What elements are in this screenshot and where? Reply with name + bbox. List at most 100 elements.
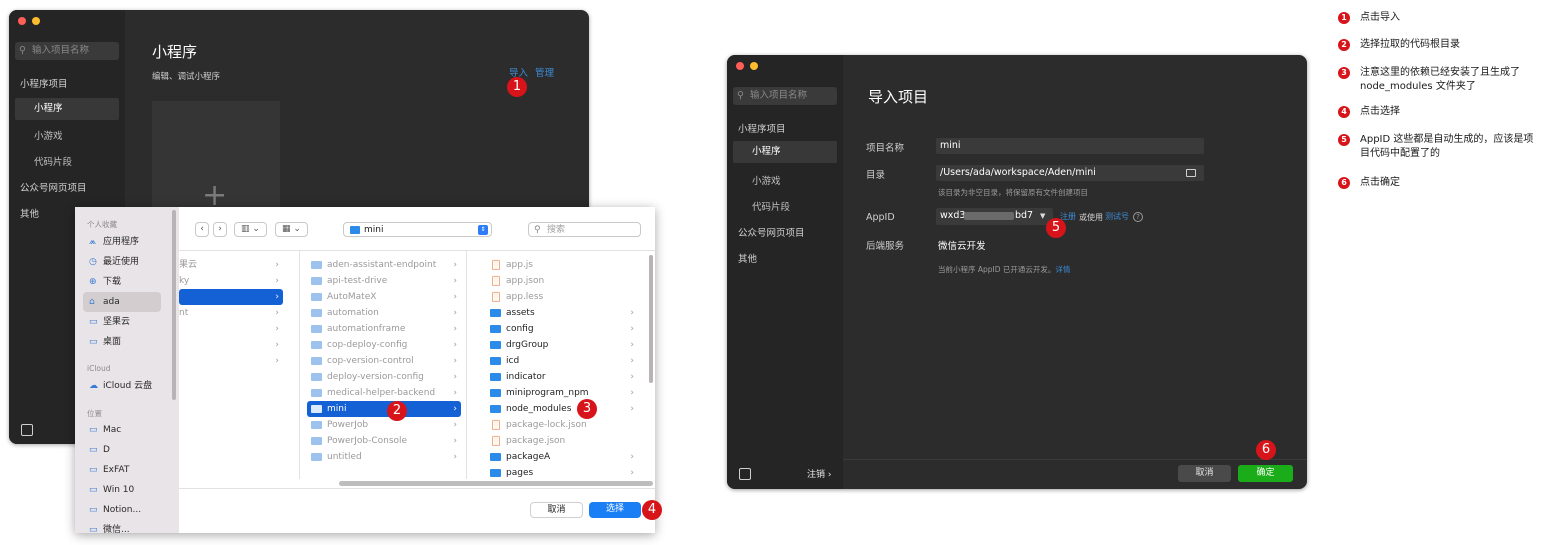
step-badge-1: 1 [507,77,527,97]
folder-row[interactable]: deploy-version-config › [307,369,461,385]
folder-row[interactable]: packageA › [486,449,638,465]
sidebar-location-label: iCloud 云盘 [103,381,153,391]
instruction-text: 选择拉取的代码根目录 [1360,39,1460,50]
appid-select[interactable]: wxd3 bd7 ▼ [936,208,1053,225]
sidebar-location[interactable]: ▭ ExFAT [83,460,161,480]
help-icon[interactable]: ? [1133,212,1143,222]
folder-name: icd [506,356,520,366]
sidebar-location[interactable]: ◷ 最近使用 [83,252,161,272]
chevron-right-icon: › [453,388,457,398]
nav-code-snippet[interactable]: 代码片段 [752,199,790,213]
path-select[interactable]: mini ⇕ [343,222,492,237]
directory-input[interactable]: /Users/ada/workspace/Aden/mini [936,165,1204,181]
folder-row[interactable]: api-test-drive › [307,273,461,289]
file-icon [492,420,500,430]
sidebar-location[interactable]: ▭ Notion... [83,500,161,520]
folder-row[interactable]: aden-assistant-endpoint › [307,257,461,273]
minimize-window-button[interactable] [750,62,758,70]
folder-row[interactable]: › [179,353,283,369]
horizontal-scrollbar[interactable] [339,481,653,486]
folder-name: AutoMateX [327,292,377,302]
sidebar-scrollbar[interactable] [172,210,176,400]
column-scrollbar[interactable] [649,255,653,383]
test-account-link[interactable]: 测试号 [1105,211,1129,222]
folder-row[interactable]: cop-version-control › [307,353,461,369]
folder-row[interactable]: node_modules › [486,401,638,417]
icloud-header: iCloud [87,364,111,373]
folder-row[interactable]: mini › [307,401,461,417]
sidebar-location[interactable]: ⌂ ada [83,292,161,312]
folder-row[interactable]: untitled › [307,449,461,465]
folder-row[interactable]: nt › [179,305,283,321]
nav-web-projects[interactable]: 公众号网页项目 [20,180,87,194]
project-search-input[interactable]: ⚲ 输入项目名称 [15,42,119,60]
back-button[interactable]: ‹ [195,222,209,237]
cancel-button[interactable]: 取消 [530,502,583,518]
folder-row[interactable]: assets › [486,305,638,321]
folder-row[interactable]: miniprogram_npm › [486,385,638,401]
nav-minigame[interactable]: 小游戏 [34,128,63,142]
minimize-window-button[interactable] [32,17,40,25]
choose-button[interactable]: 选择 [589,502,641,518]
folder-icon [311,277,322,285]
nav-miniprogram-projects[interactable]: 小程序项目 [20,76,68,90]
folder-name: nt [179,308,189,318]
nav-other[interactable]: 其他 [738,251,757,265]
folder-row[interactable]: config › [486,321,638,337]
column-view-button[interactable]: ▥ ⌄ [234,222,267,237]
folder-row[interactable]: › [179,289,283,305]
sidebar-location-label: Notion... [103,505,142,515]
nav-code-snippet[interactable]: 代码片段 [34,154,72,168]
logout-link[interactable]: 注销 › [807,467,831,480]
folder-row[interactable]: drgGroup › [486,337,638,353]
folder-row[interactable]: AutoMateX › [307,289,461,305]
forward-button[interactable]: › [213,222,227,237]
panel-icon[interactable] [739,468,751,480]
group-view-button[interactable]: ▦ ⌄ [275,222,308,237]
confirm-button[interactable]: 确定 [1238,465,1293,482]
folder-row[interactable]: automation › [307,305,461,321]
search-icon: ⚲ [737,90,744,101]
nav-miniprogram[interactable]: 小程序 [15,98,119,120]
folder-row[interactable]: indicator › [486,369,638,385]
folder-row[interactable]: medical-helper-backend › [307,385,461,401]
panel-icon[interactable] [21,424,33,436]
close-window-button[interactable] [736,62,744,70]
sidebar-location[interactable]: ☁ iCloud 云盘 [83,376,161,396]
folder-icon[interactable] [1186,169,1196,177]
step-badge-5: 5 [1046,218,1066,238]
folder-row[interactable]: ky › [179,273,283,289]
finder-search-input[interactable]: ⚲ 搜索 [528,222,641,237]
folder-row[interactable]: PowerJob › [307,417,461,433]
sidebar-location[interactable]: ▭ D [83,440,161,460]
folder-row[interactable]: › [179,337,283,353]
cancel-button[interactable]: 取消 [1178,465,1231,482]
disk-icon: ▭ [89,445,98,455]
nav-miniprogram[interactable]: 小程序 [733,141,837,163]
close-window-button[interactable] [18,17,26,25]
folder-row[interactable]: PowerJob-Console › [307,433,461,449]
folder-row[interactable]: icd › [486,353,638,369]
sidebar-location[interactable]: ▭ 桌面 [83,332,161,352]
sidebar-location[interactable]: ▭ 坚果云 [83,312,161,332]
sidebar-location[interactable]: ▭ Win 10 [83,480,161,500]
folder-row[interactable]: › [179,321,283,337]
manage-link[interactable]: 管理 [535,65,554,79]
details-link[interactable]: 详情 [1055,265,1070,274]
nav-miniprogram-projects[interactable]: 小程序项目 [738,121,786,135]
nav-web-projects[interactable]: 公众号网页项目 [738,225,805,239]
sidebar-location[interactable]: ⩕ 应用程序 [83,232,161,252]
project-search-input[interactable]: ⚲ 输入项目名称 [733,87,837,105]
finder-search-placeholder: 搜索 [547,225,566,235]
nav-other[interactable]: 其他 [20,206,39,220]
project-name-input[interactable]: mini [936,138,1204,154]
sidebar-location[interactable]: ▭ 微信... [83,520,161,533]
folder-row[interactable]: 果云 › [179,257,283,273]
sidebar-location[interactable]: ▭ Mac [83,420,161,440]
chevron-right-icon: › [453,292,457,302]
folder-row[interactable]: pages › [486,465,638,481]
folder-row[interactable]: cop-deploy-config › [307,337,461,353]
sidebar-location[interactable]: ⊕ 下载 [83,272,161,292]
folder-row[interactable]: automationframe › [307,321,461,337]
nav-minigame[interactable]: 小游戏 [752,173,781,187]
